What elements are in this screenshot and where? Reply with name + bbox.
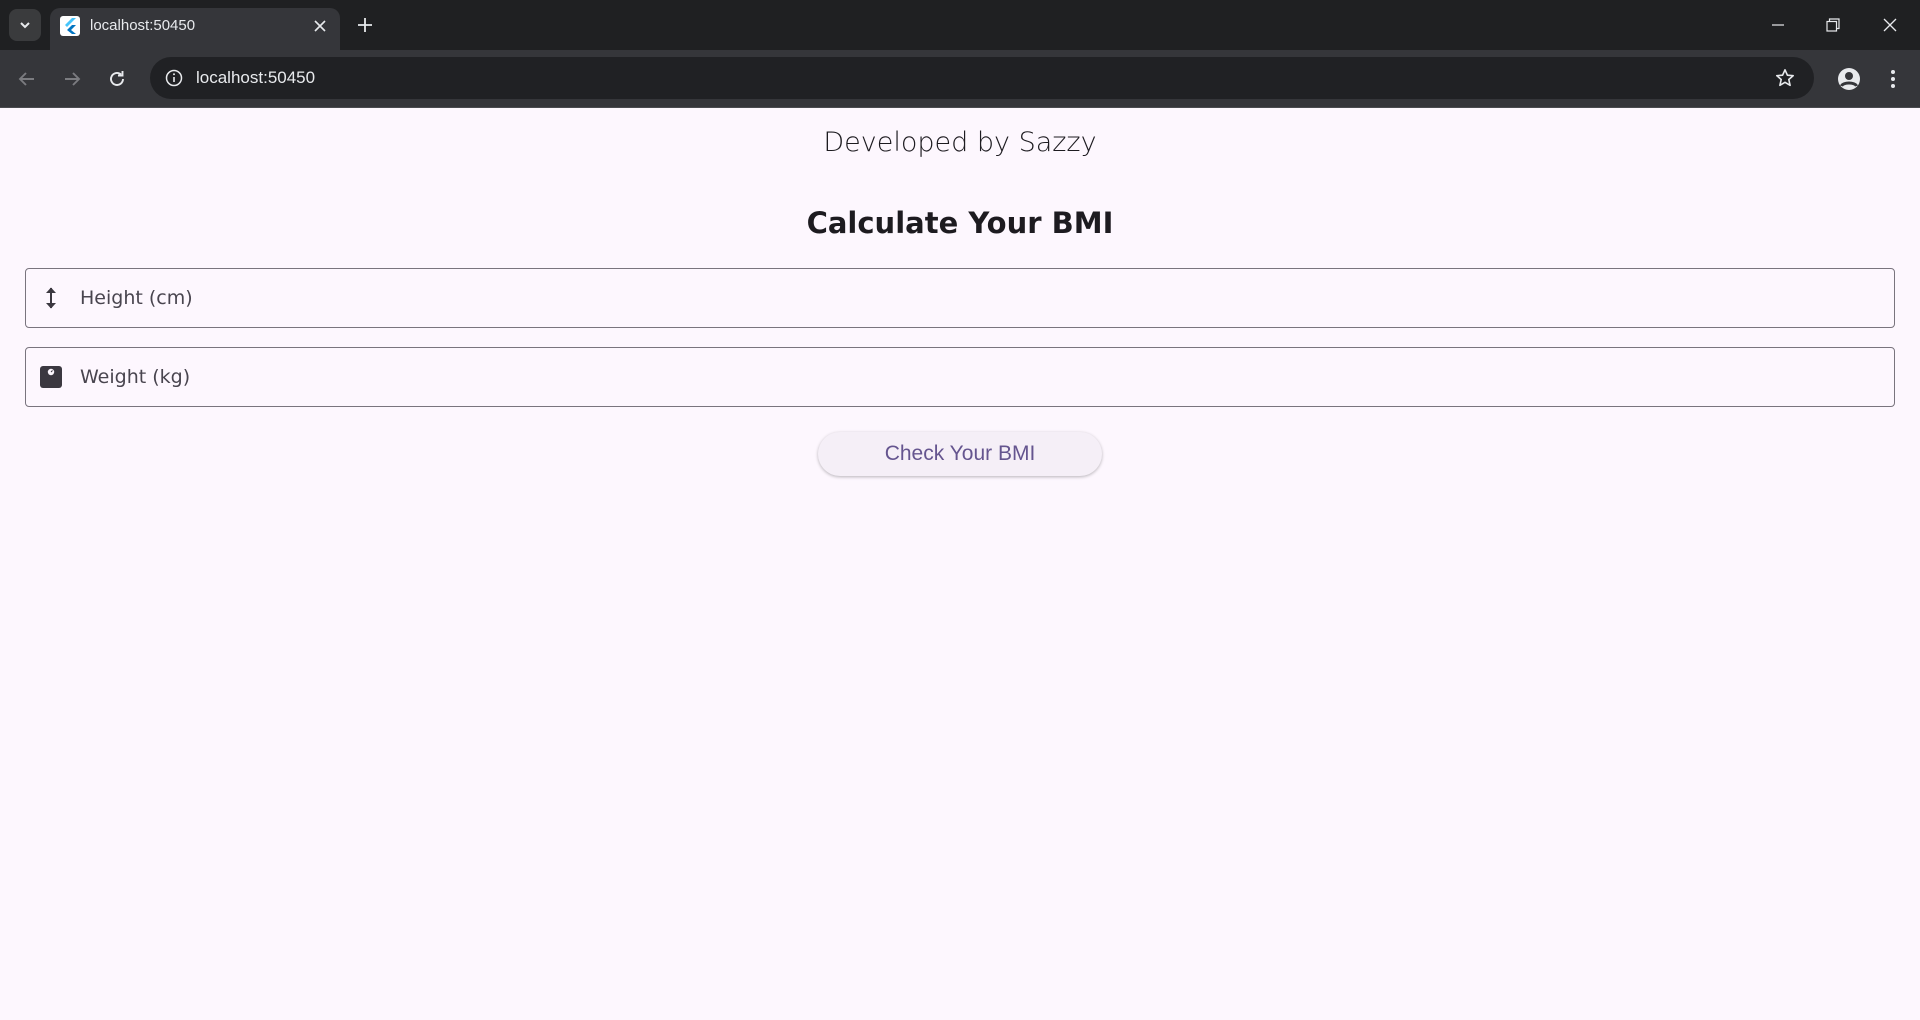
weight-input[interactable]	[80, 348, 1880, 405]
browser-menu-button[interactable]	[1876, 62, 1910, 96]
url-text: localhost:50450	[196, 68, 316, 87]
arrow-left-icon	[18, 72, 34, 86]
close-tab-icon[interactable]	[310, 16, 330, 36]
new-tab-button[interactable]	[352, 12, 378, 38]
developer-credit: Developed by Sazzy	[823, 127, 1097, 158]
browser-tab[interactable]: localhost:50450	[50, 8, 340, 50]
address-bar[interactable]: localhost:50450	[150, 57, 1814, 99]
back-button[interactable]	[10, 62, 44, 96]
more-vertical-icon	[1891, 70, 1895, 88]
profile-button[interactable]	[1832, 62, 1866, 96]
close-window-button[interactable]	[1862, 0, 1918, 50]
flutter-icon	[60, 16, 80, 36]
close-icon	[1883, 18, 1897, 32]
minimize-icon	[1772, 24, 1784, 26]
forward-button[interactable]	[55, 62, 89, 96]
tab-search-button[interactable]	[9, 9, 41, 41]
restore-window-button[interactable]	[1805, 0, 1861, 50]
plus-icon	[358, 18, 372, 32]
weight-field[interactable]	[25, 347, 1895, 407]
scale-icon	[38, 364, 64, 390]
bookmark-star-icon[interactable]	[1772, 65, 1798, 91]
height-input[interactable]	[80, 269, 1880, 326]
page-title: Calculate Your BMI	[806, 206, 1114, 240]
reload-button[interactable]	[100, 62, 134, 96]
check-bmi-button[interactable]: Check Your BMI	[818, 432, 1102, 476]
vertical-arrows-icon	[38, 285, 64, 311]
browser-toolbar: localhost:50450	[0, 50, 1920, 108]
reload-icon	[110, 71, 124, 86]
restore-icon	[1826, 18, 1840, 32]
person-icon	[1838, 68, 1860, 90]
site-info-icon[interactable]	[160, 64, 188, 92]
arrow-right-icon	[65, 72, 81, 86]
height-field[interactable]	[25, 268, 1895, 328]
chevron-down-icon	[20, 22, 30, 29]
browser-tab-strip: localhost:50450	[0, 0, 1920, 50]
tab-title: localhost:50450	[90, 17, 196, 34]
minimize-window-button[interactable]	[1750, 0, 1806, 50]
